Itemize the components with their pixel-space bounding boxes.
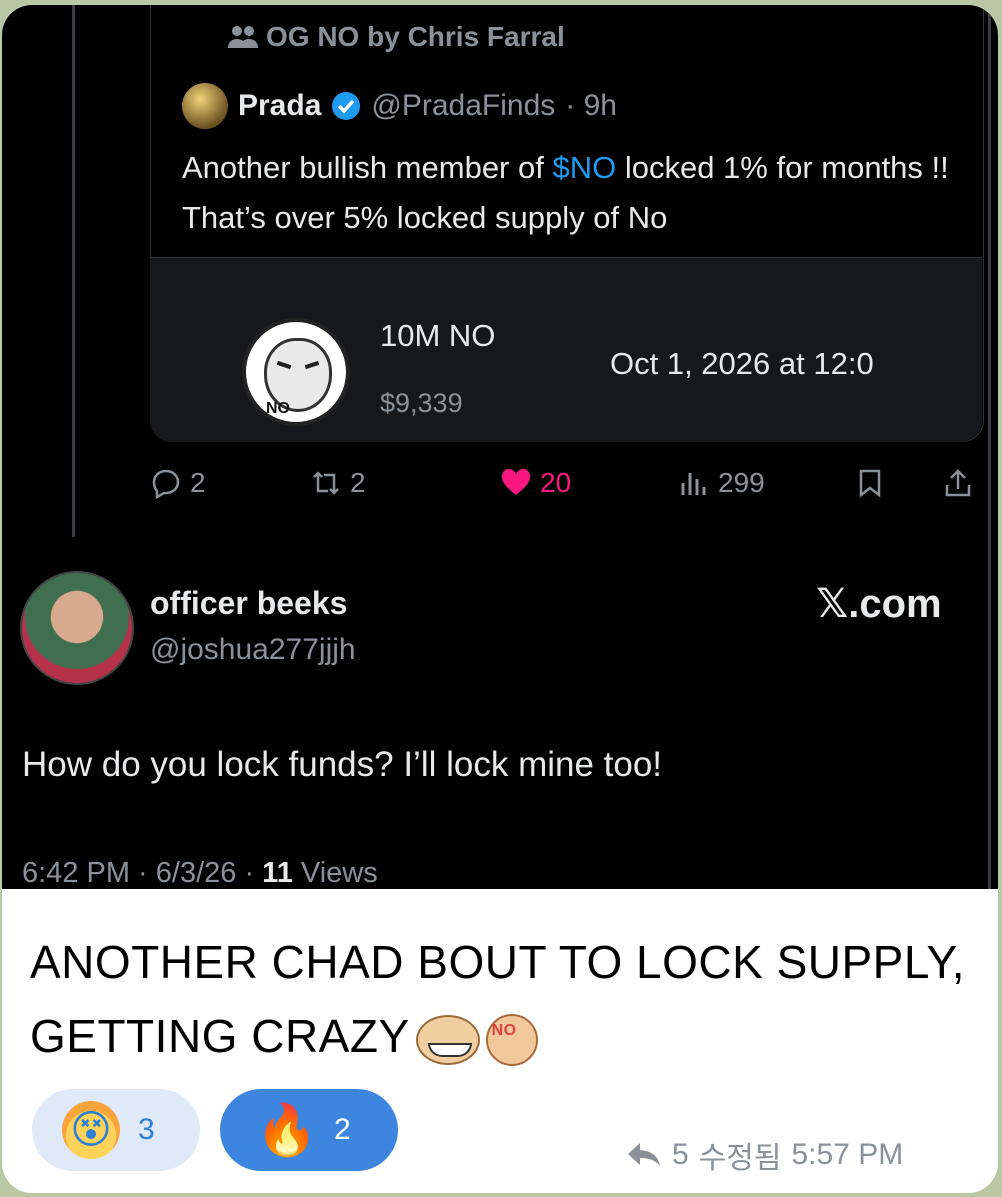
x-brand-logo: 𝕏.com <box>816 582 942 626</box>
social-context: OG NO by Chris Farral <box>228 21 565 53</box>
unlock-date: Oct 1, 2026 at 12:0 <box>610 346 874 381</box>
no-face-emoji-icon: NO <box>485 1013 538 1066</box>
tweet-time: 6:42 PM · 6/3/26 · <box>22 857 263 889</box>
forward-count: 5 <box>672 1138 689 1171</box>
message-footer: 5 수정됨 5:57 PM <box>626 1133 903 1177</box>
social-context-text: OG NO by Chris Farral <box>266 21 565 52</box>
quoted-header: Prada @PradaFinds · 9h <box>182 83 617 129</box>
quoted-author-name[interactable]: Prada <box>238 89 321 123</box>
exploding-head-icon: 😵 <box>62 1101 120 1159</box>
views-button[interactable]: 299 <box>678 467 765 499</box>
tweet-meta: 6:42 PM · 6/3/26 · 11 Views <box>22 857 378 889</box>
reply-count: 2 <box>190 467 206 498</box>
screenshot-border-line <box>988 5 991 889</box>
tweet-views-label: Views <box>292 857 378 889</box>
verified-badge-icon <box>332 92 361 120</box>
bookmark-button[interactable] <box>854 467 886 499</box>
message-bubble: OG NO by Chris Farral Prada @PradaFinds … <box>2 5 998 1193</box>
author-avatar[interactable] <box>20 571 134 685</box>
lock-amount: 10M NO <box>380 318 496 353</box>
reply-icon <box>152 469 180 499</box>
repost-button[interactable]: 2 <box>310 467 366 499</box>
quoted-time: · 9h <box>565 89 617 122</box>
quoted-text: Another bullish member of $NO locked 1% … <box>182 143 962 243</box>
tweet-screenshot[interactable]: OG NO by Chris Farral Prada @PradaFinds … <box>2 5 998 889</box>
lock-usd-value: $9,339 <box>380 388 463 418</box>
message-time: 5:57 PM <box>791 1138 904 1171</box>
tweet-text: How do you lock funds? I’ll lock mine to… <box>22 745 663 784</box>
repost-icon <box>313 471 339 495</box>
trollface-emoji-icon <box>415 1014 480 1065</box>
repost-count: 2 <box>350 467 366 498</box>
reaction-fire[interactable]: 🔥 2 <box>220 1089 398 1171</box>
author-handle[interactable]: @joshua277jjjh <box>150 633 356 667</box>
heart-icon <box>501 468 531 495</box>
share-button[interactable] <box>942 467 974 499</box>
quoted-action-bar: 2 2 20 299 <box>150 467 982 511</box>
views-count: 299 <box>718 467 765 498</box>
views-icon <box>681 473 706 495</box>
bookmark-icon <box>859 469 881 498</box>
reaction-exploding-head[interactable]: 😵 3 <box>32 1089 200 1171</box>
author-name[interactable]: officer beeks <box>150 585 347 622</box>
like-count: 20 <box>540 467 572 498</box>
edited-label: 수정됨 <box>698 1142 782 1175</box>
no-emoji-tag: NO <box>491 1021 517 1039</box>
fire-icon: 🔥 <box>255 1101 319 1158</box>
quoted-text-start: Another bullish member of <box>182 150 553 185</box>
reaction-count: 3 <box>138 1113 155 1146</box>
lock-card[interactable]: NO 10M NO $9,339 Oct 1, 2026 at 12:0 <box>150 257 982 442</box>
tweet-views-count: 11 <box>262 857 293 889</box>
reply-button[interactable]: 2 <box>150 467 206 499</box>
thread-line <box>72 5 75 537</box>
community-icon <box>228 26 258 48</box>
reaction-count: 2 <box>334 1113 351 1146</box>
message-caption: ANOTHER CHAD BOUT TO LOCK SUPPLY, GETTIN… <box>30 925 970 1073</box>
no-coin-icon: NO <box>242 318 350 426</box>
cashtag-link[interactable]: $NO <box>552 150 616 185</box>
like-button[interactable]: 20 <box>500 467 571 499</box>
quoted-author-handle[interactable]: @PradaFinds <box>371 89 555 123</box>
share-icon <box>945 469 971 497</box>
coin-label: NO <box>266 400 290 417</box>
quoted-avatar[interactable] <box>182 83 228 129</box>
forward-icon <box>628 1143 660 1166</box>
